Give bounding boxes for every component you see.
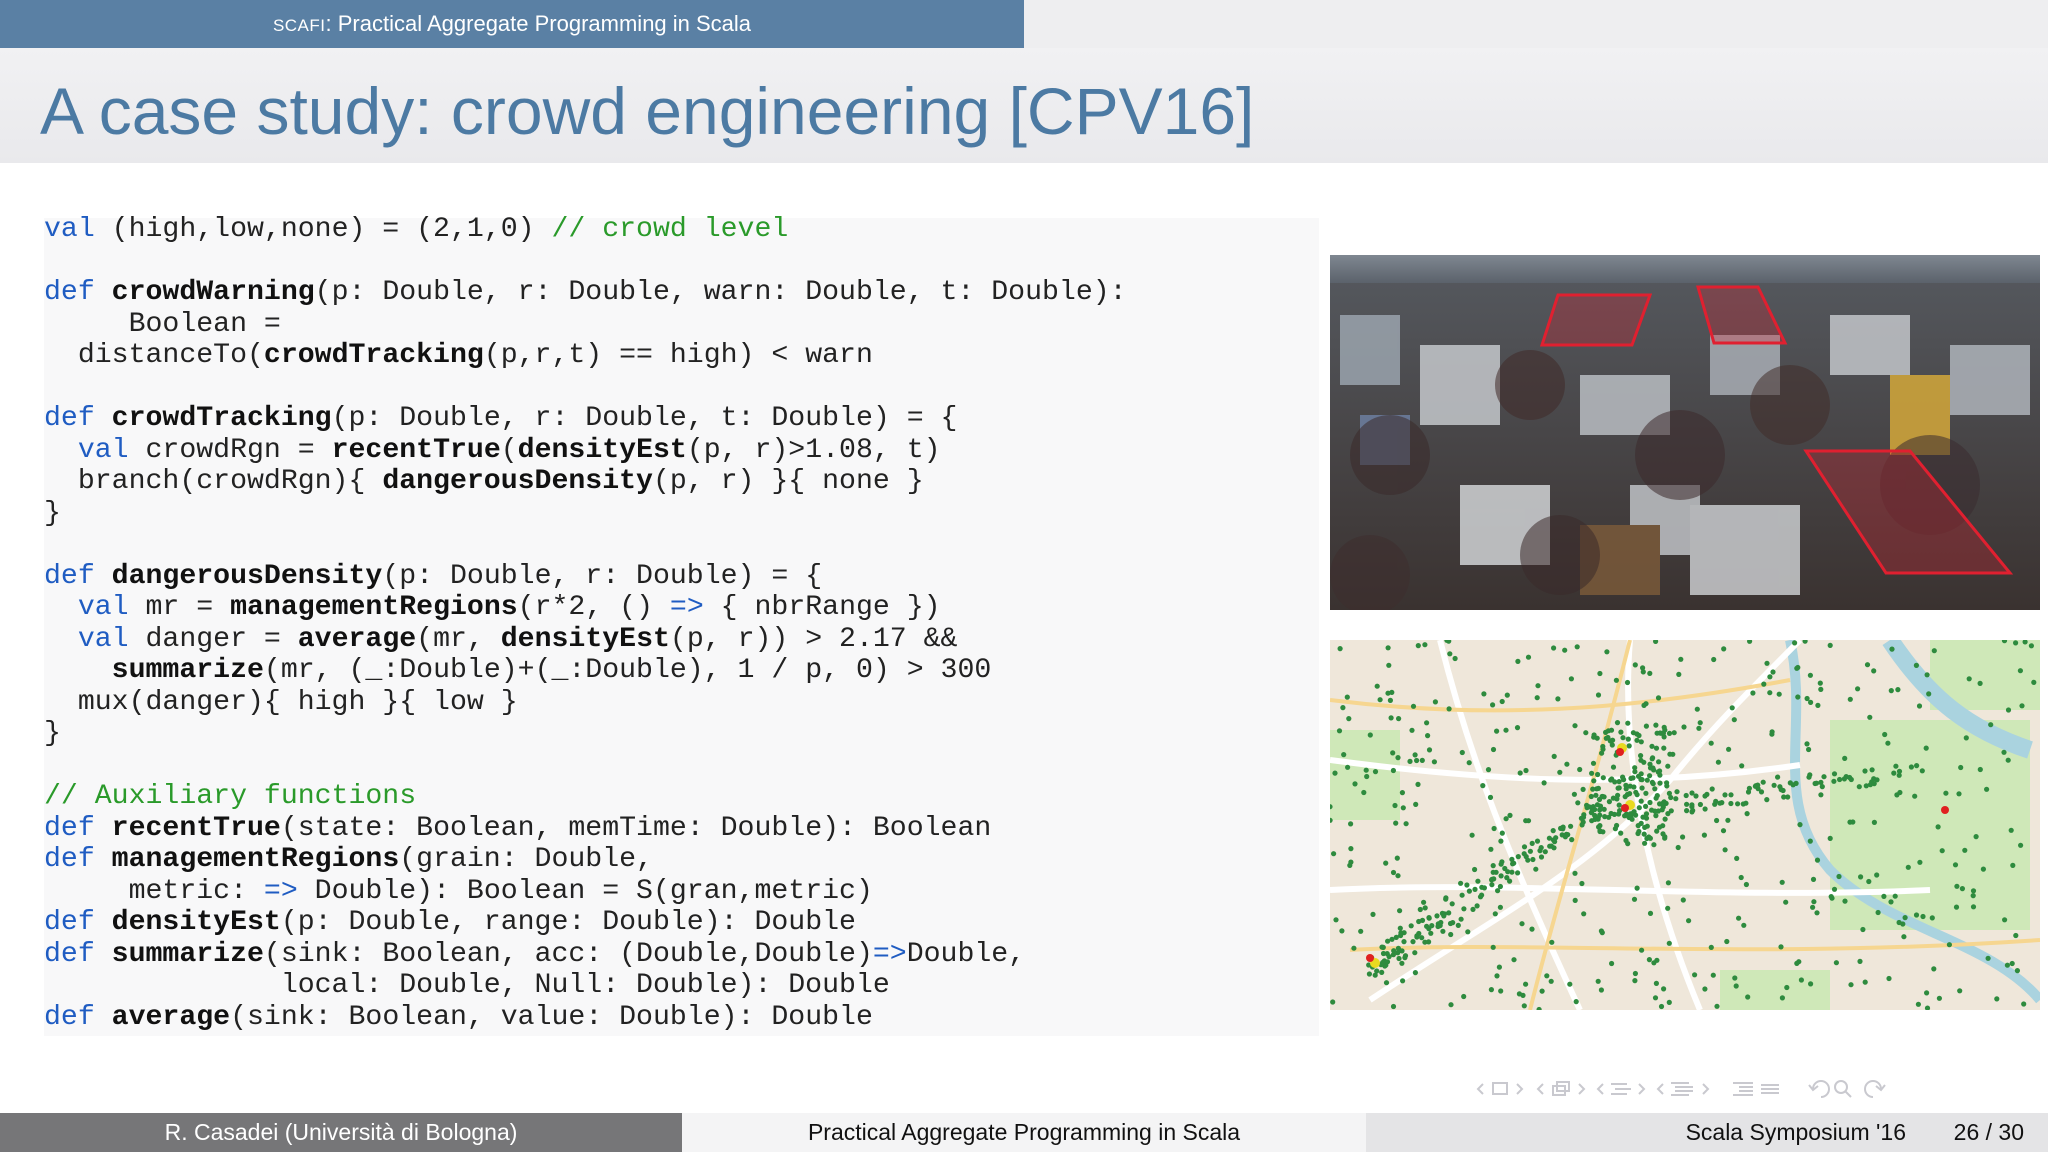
code-text: ( <box>500 434 518 466</box>
code-function-name: densityEst <box>111 907 281 938</box>
code-keyword: val <box>77 623 129 655</box>
code-text: mr = <box>128 592 231 623</box>
code-text: Double): Boolean = S(gran,metric) <box>297 875 873 907</box>
header-section-tab: SCAFI: Practical Aggregate Programming i… <box>0 0 1024 48</box>
code-keyword: def <box>44 844 95 875</box>
code-keyword: => <box>872 938 907 970</box>
code-function-name: average <box>297 623 417 655</box>
code-text: (p: Double, r: Double, t: Double) = { <box>331 403 958 434</box>
code-text: { nbrRange }) <box>703 592 941 623</box>
code-text: (p, r) }{ none } <box>652 466 924 497</box>
code-text: (p: Double, r: Double) = { <box>382 560 823 592</box>
code-text: branch(crowdRgn){ <box>44 466 383 497</box>
code-text: mux(danger){ high }{ low } <box>44 686 518 718</box>
code-listing: val (high,low,none) = (2,1,0) // crowd l… <box>44 214 1127 1033</box>
code-function-name: dangerousDensity <box>111 560 383 592</box>
code-function-name: summarize <box>111 655 264 686</box>
nav-section-icon[interactable] <box>1596 1083 1646 1095</box>
page-number: 26 / 30 <box>1953 1119 2024 1145</box>
code-text: (r*2, () <box>517 592 670 623</box>
code-text: distanceTo( <box>44 340 264 371</box>
footer-venue: Scala Symposium '16 <box>1685 1119 1906 1145</box>
code-function-name: summarize <box>111 938 264 970</box>
footer-talk-title: Practical Aggregate Programming in Scala <box>682 1113 1366 1152</box>
code-keyword: def <box>44 938 95 970</box>
code-comment: // Auxiliary functions <box>44 781 417 812</box>
code-function-name: densityEst <box>500 623 670 655</box>
search-icon[interactable] <box>1834 1080 1852 1098</box>
code-text: (high,low,none) = (2,1,0) <box>94 214 552 245</box>
code-function-name: recentTrue <box>111 812 281 844</box>
code-keyword: def <box>44 403 95 434</box>
code-function-name: average <box>111 1001 231 1033</box>
code-keyword: def <box>44 560 95 592</box>
code-function-name: dangerousDensity <box>382 466 653 497</box>
title-band: A case study: crowd engineering [CPV16] <box>0 48 2048 163</box>
code-function-name: densityEst <box>517 434 687 466</box>
nav-align-icon[interactable] <box>1733 1082 1779 1096</box>
city-map <box>1330 640 2040 1010</box>
code-text: metric: <box>44 875 264 907</box>
code-text: crowdRgn = <box>128 434 332 466</box>
slide-title: A case study: crowd engineering [CPV16] <box>40 74 1255 148</box>
footer-right: Scala Symposium '16 26 / 30 <box>1366 1113 2048 1152</box>
nav-slide-icon[interactable] <box>1656 1082 1710 1096</box>
code-text: (sink: Boolean, value: Double): Double <box>230 1001 873 1033</box>
footer-author: R. Casadei (Università di Bologna) <box>0 1113 682 1152</box>
code-keyword: def <box>44 277 95 308</box>
code-text: } <box>44 718 61 749</box>
code-text: (p, r)) > 2.17 && <box>669 623 958 655</box>
code-keyword: val <box>44 214 95 245</box>
header-tab-text: : Practical Aggregate Programming in Sca… <box>325 11 752 36</box>
code-function-name: crowdTracking <box>111 403 332 434</box>
code-keyword: def <box>44 812 95 844</box>
code-function-name: recentTrue <box>331 434 501 466</box>
code-text: (grain: Double, <box>399 844 653 875</box>
code-comment: // crowd level <box>551 214 789 245</box>
navigation-controls <box>1475 1076 2035 1102</box>
code-function-name: managementRegions <box>111 844 400 875</box>
code-text: (p, r)>1.08, t) <box>686 434 941 466</box>
code-keyword: def <box>44 907 95 938</box>
code-text: (p: Double, r: Double, warn: Double, t: … <box>314 277 1127 308</box>
code-text: (p,r,t) == high) < warn <box>483 340 873 371</box>
code-keyword: => <box>669 592 704 623</box>
code-keyword: => <box>263 875 298 907</box>
nav-subsection-icon[interactable] <box>1536 1081 1586 1096</box>
code-text: (mr, <box>416 623 501 655</box>
nav-undo-icon[interactable] <box>1808 1080 1830 1098</box>
code-text: Double, <box>906 938 1026 970</box>
nav-frame-icon[interactable] <box>1476 1082 1524 1095</box>
crowd-photo <box>1330 255 2040 610</box>
code-text: danger = <box>128 623 298 655</box>
header-tab-prefix: SCAFI <box>272 16 326 35</box>
nav-redo-icon[interactable] <box>1864 1080 1886 1098</box>
code-text: (sink: Boolean, acc: (Double,Double) <box>263 938 873 970</box>
code-text: (state: Boolean, memTime: Double): Boole… <box>280 812 992 844</box>
code-function-name: crowdTracking <box>263 340 484 371</box>
code-text: (p: Double, range: Double): Double <box>280 907 856 938</box>
code-keyword: val <box>77 592 129 623</box>
code-keyword: val <box>77 434 129 466</box>
code-function-name: crowdWarning <box>111 277 315 308</box>
code-text: Boolean = <box>44 308 281 340</box>
code-function-name: managementRegions <box>230 592 518 623</box>
code-text: (mr, (_:Double)+(_:Double), 1 / p, 0) > … <box>263 655 992 686</box>
code-text: local: Double, Null: Double): Double <box>44 970 890 1001</box>
footer: R. Casadei (Università di Bologna) Pract… <box>0 1113 2048 1152</box>
code-keyword: def <box>44 1001 95 1033</box>
code-text: } <box>44 497 61 529</box>
